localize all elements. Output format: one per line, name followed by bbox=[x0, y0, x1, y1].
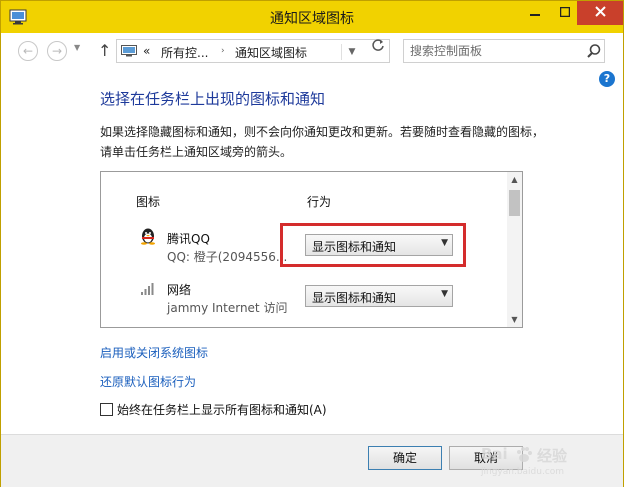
always-show-checkbox[interactable] bbox=[100, 403, 113, 416]
chevron-down-icon: ▼ bbox=[441, 289, 448, 299]
behavior-select-value: 显示图标和通知 bbox=[312, 291, 397, 305]
maximize-button[interactable] bbox=[550, 1, 580, 25]
page-heading: 选择在任务栏上出现的图标和通知 bbox=[100, 90, 326, 108]
address-bar[interactable]: « 所有控... › 通知区域图标 ▼ bbox=[116, 39, 390, 63]
close-icon bbox=[594, 6, 606, 17]
breadcrumb-overflow[interactable]: « bbox=[143, 44, 150, 58]
ok-button[interactable]: 确定 bbox=[368, 446, 442, 470]
navigation-bar: ← → ▼ ↑ « 所有控... › 通知区域图标 ▼ bbox=[1, 33, 623, 67]
refresh-button[interactable] bbox=[367, 37, 389, 59]
network-signal-icon bbox=[141, 283, 154, 295]
breadcrumb-separator: › bbox=[221, 46, 225, 56]
recent-locations-button[interactable]: ▼ bbox=[74, 43, 80, 52]
title-bar[interactable]: 通知区域图标 bbox=[1, 1, 623, 33]
breadcrumb-all-control-panel[interactable]: 所有控... bbox=[161, 44, 208, 61]
computer-icon bbox=[121, 45, 137, 57]
scrollbar-thumb[interactable] bbox=[509, 190, 520, 216]
always-show-label[interactable]: 始终在任务栏上显示所有图标和通知(A) bbox=[117, 401, 327, 418]
search-icon bbox=[587, 44, 601, 58]
maximize-icon bbox=[559, 6, 571, 18]
scroll-up-arrow-icon[interactable]: ▲ bbox=[507, 172, 522, 187]
back-button[interactable]: ← bbox=[18, 41, 38, 61]
row-detail-network: jammy Internet 访问 bbox=[167, 301, 288, 315]
watermark-text-bai: Bai bbox=[481, 445, 508, 463]
restore-default-behavior-link[interactable]: 还原默认图标行为 bbox=[100, 373, 196, 390]
column-header-icon: 图标 bbox=[136, 195, 161, 209]
address-dropdown-button[interactable]: ▼ bbox=[341, 44, 362, 60]
forward-button[interactable]: → bbox=[47, 41, 67, 61]
back-arrow-icon: ← bbox=[22, 44, 34, 58]
help-icon[interactable]: ? bbox=[599, 71, 615, 87]
search-box[interactable] bbox=[403, 39, 605, 63]
behavior-select-network[interactable]: 显示图标和通知 ▼ bbox=[305, 285, 453, 307]
watermark-text-jingyan: 经验 bbox=[537, 447, 568, 465]
column-header-behavior: 行为 bbox=[307, 195, 332, 209]
list-scrollbar[interactable]: ▲ ▼ bbox=[507, 172, 522, 327]
paw-icon bbox=[517, 447, 532, 462]
scroll-down-arrow-icon[interactable]: ▼ bbox=[507, 312, 522, 327]
search-input[interactable] bbox=[410, 43, 580, 59]
minimize-button[interactable] bbox=[520, 1, 550, 25]
refresh-icon bbox=[372, 39, 384, 51]
highlight-annotation-box bbox=[280, 223, 466, 267]
toggle-system-icons-link[interactable]: 启用或关闭系统图标 bbox=[100, 344, 208, 361]
qq-penguin-icon bbox=[141, 228, 155, 245]
control-panel-window: 通知区域图标 ← → ▼ ↑ « 所有控... › 通知区域图标 ▼ 搜索控制面… bbox=[0, 0, 624, 487]
watermark-url: jingyan.baidu.com bbox=[481, 467, 565, 477]
notification-icons-list[interactable]: 图标 行为 腾讯QQ QQ: 橙子(2094556... 显示图标和通知 ▼ 网… bbox=[100, 171, 523, 328]
row-detail-qq: QQ: 橙子(2094556... bbox=[167, 250, 288, 264]
minimize-icon bbox=[530, 14, 540, 16]
row-name-network: 网络 bbox=[167, 283, 192, 297]
baidu-watermark: Bai 经验 jingyan.baidu.com bbox=[479, 441, 619, 481]
breadcrumb-notification-icons[interactable]: 通知区域图标 bbox=[235, 44, 307, 61]
page-description: 如果选择隐藏图标和通知，则不会向你通知更改和更新。若要随时查看隐藏的图标，请单击… bbox=[100, 125, 545, 159]
up-button[interactable]: ↑ bbox=[98, 41, 111, 60]
row-name-qq: 腾讯QQ bbox=[167, 232, 210, 246]
forward-arrow-icon: → bbox=[51, 44, 63, 58]
close-button[interactable] bbox=[577, 1, 623, 25]
